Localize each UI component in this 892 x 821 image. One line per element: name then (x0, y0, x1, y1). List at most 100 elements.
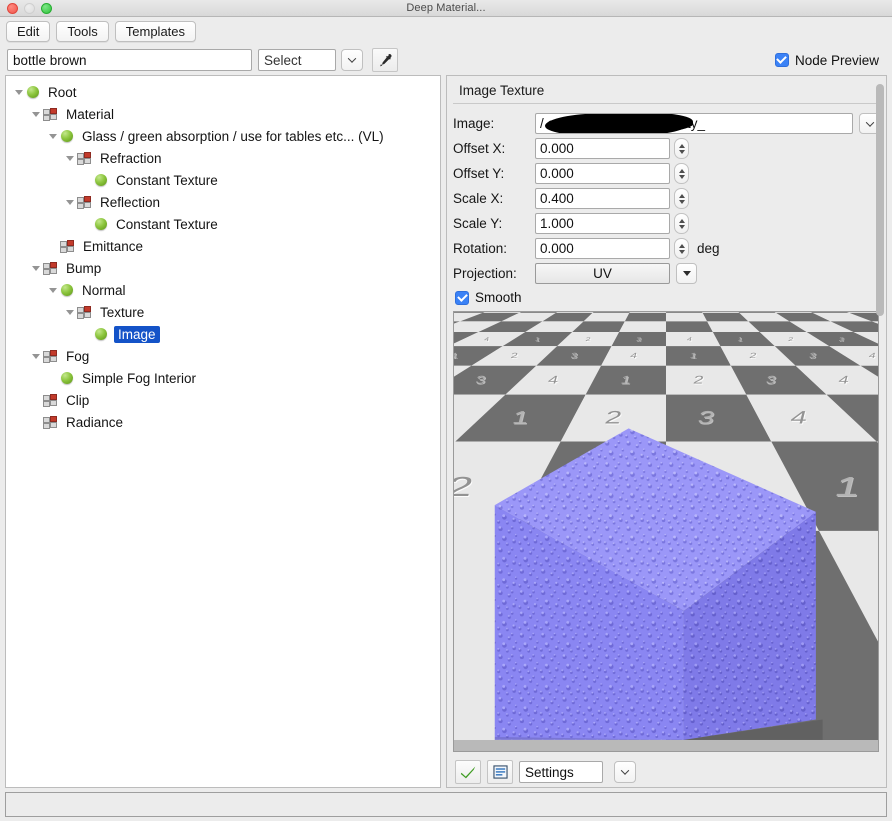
tree-node-root[interactable]: Root (6, 81, 440, 103)
menubar: Edit Tools Templates (0, 17, 892, 45)
tree-node-label: Simple Fog Interior (82, 370, 197, 386)
tree-node-texture[interactable]: Texture (6, 301, 440, 323)
stepper-up-icon[interactable] (678, 218, 685, 223)
material-name-input[interactable]: bottle brown (7, 49, 252, 71)
rotation-input[interactable]: 0.000 (535, 238, 670, 259)
properties-scrollbar[interactable] (876, 82, 884, 378)
disclosure-triangle-icon[interactable] (29, 345, 42, 367)
tree-node-clip[interactable]: Clip (6, 389, 440, 411)
rotation-label: Rotation: (453, 241, 508, 256)
window-titlebar: Deep Material... (0, 0, 892, 17)
node-tree-panel[interactable]: Root Material Glass / green absorption / u… (5, 75, 441, 788)
tree-node-bump[interactable]: Bump (6, 257, 440, 279)
select-dropdown-button[interactable] (341, 49, 363, 71)
stepper-up-icon[interactable] (678, 168, 685, 173)
tree-scrollbar[interactable] (429, 81, 437, 784)
disclosure-triangle-icon[interactable] (63, 147, 76, 169)
node-preview-checkbox[interactable] (774, 53, 789, 67)
projection-row: Projection: UV (453, 261, 880, 286)
scale-x-stepper[interactable] (674, 188, 689, 209)
numeric-fields: Offset X: 0.000 Offset Y: 0.000 Scale X: 0.40… (453, 136, 880, 261)
green-sphere-icon (59, 128, 76, 144)
menu-templates[interactable]: Templates (114, 20, 197, 42)
material-preview-viewport[interactable]: 3344112233441122334444112233441122334411… (453, 311, 879, 752)
projection-dropdown-button[interactable] (676, 263, 697, 284)
tree-node-simple-fog-interior[interactable]: Simple Fog Interior (6, 367, 440, 389)
rotation-row: Rotation: 0.000 deg (453, 236, 880, 261)
redaction-overlay (544, 114, 694, 133)
tree-node-image[interactable]: Image (6, 323, 440, 345)
node-preview-toggle[interactable]: Node Preview (774, 53, 879, 68)
projection-select[interactable]: UV (535, 263, 670, 284)
stepper-down-icon[interactable] (678, 149, 685, 154)
window-title: Deep Material... (406, 2, 486, 14)
disclosure-triangle-icon[interactable] (63, 191, 76, 213)
menu-tools[interactable]: Tools (56, 20, 109, 42)
disclosure-triangle-icon[interactable] (63, 301, 76, 323)
preview-cube (494, 428, 823, 740)
material-blocks-icon (42, 392, 60, 408)
list-view-icon (492, 765, 508, 779)
smooth-checkbox[interactable] (455, 290, 469, 305)
apply-button[interactable] (455, 760, 481, 784)
smooth-toggle[interactable]: Smooth (453, 286, 880, 305)
stepper-down-icon[interactable] (678, 199, 685, 204)
disclosure-triangle-icon[interactable] (29, 103, 42, 125)
properties-scrollbar-thumb[interactable] (876, 84, 884, 316)
main-split: Root Material Glass / green absorption / u… (0, 75, 892, 793)
chevron-down-icon (347, 54, 357, 63)
tree-node-label: Texture (100, 304, 145, 320)
green-sphere-icon (93, 216, 110, 232)
tree-node-reflection[interactable]: Reflection (6, 191, 440, 213)
stepper-up-icon[interactable] (678, 243, 685, 248)
menu-edit[interactable]: Edit (6, 20, 51, 42)
stepper-down-icon[interactable] (678, 174, 685, 179)
tree-node-material[interactable]: Material (6, 103, 440, 125)
scale-y-stepper[interactable] (674, 213, 689, 234)
tree-node-radiance[interactable]: Radiance (6, 411, 440, 433)
tree-node-label: Radiance (66, 414, 124, 430)
offset-x-row: Offset X: 0.000 (453, 136, 880, 161)
material-blocks-icon (59, 238, 77, 254)
scale-y-input[interactable]: 1.000 (535, 213, 670, 234)
disclosure-triangle-icon[interactable] (46, 125, 59, 147)
tree-node-label: Reflection (100, 194, 161, 210)
image-path-input[interactable]: / esktop/Drops-HD-Quality_ (535, 113, 853, 134)
disclosure-triangle-icon[interactable] (46, 279, 59, 301)
list-view-button[interactable] (487, 760, 513, 784)
offset-x-input[interactable]: 0.000 (535, 138, 670, 159)
green-sphere-icon (93, 172, 110, 188)
tree-node-constant-texture[interactable]: Constant Texture (6, 169, 440, 191)
rotation-stepper[interactable] (674, 238, 689, 259)
node-tree-list: Root Material Glass / green absorption / u… (6, 81, 440, 433)
offset-y-stepper[interactable] (674, 163, 689, 184)
tree-node-normal[interactable]: Normal (6, 279, 440, 301)
offset-x-stepper[interactable] (674, 138, 689, 159)
disclosure-triangle-icon[interactable] (29, 257, 42, 279)
offset-y-input[interactable]: 0.000 (535, 163, 670, 184)
properties-panel: Image Texture Image: / esktop/Drops-HD-Q… (446, 75, 887, 788)
scale-x-label: Scale X: (453, 191, 504, 206)
tree-node-fog[interactable]: Fog (6, 345, 440, 367)
smooth-label: Smooth (475, 290, 522, 305)
scale-x-input[interactable]: 0.400 (535, 188, 670, 209)
stepper-up-icon[interactable] (678, 193, 685, 198)
settings-combo-input[interactable]: Settings (519, 761, 603, 783)
tree-node-glass-green-absorption-use-for-tables-etc-vl[interactable]: Glass / green absorption / use for table… (6, 125, 440, 147)
disclosure-triangle-icon[interactable] (12, 81, 25, 103)
tree-node-emittance[interactable]: Emittance (6, 235, 440, 257)
stepper-down-icon[interactable] (678, 249, 685, 254)
eyedropper-button[interactable] (372, 48, 398, 72)
scale-x-row: Scale X: 0.400 (453, 186, 880, 211)
settings-dropdown-button[interactable] (614, 761, 636, 783)
stepper-up-icon[interactable] (678, 143, 685, 148)
stepper-down-icon[interactable] (678, 224, 685, 229)
tree-node-label: Constant Texture (116, 172, 218, 188)
tree-node-label: Image (114, 325, 160, 343)
select-combo-input[interactable]: Select (258, 49, 336, 71)
tree-node-refraction[interactable]: Refraction (6, 147, 440, 169)
tree-node-constant-texture[interactable]: Constant Texture (6, 213, 440, 235)
